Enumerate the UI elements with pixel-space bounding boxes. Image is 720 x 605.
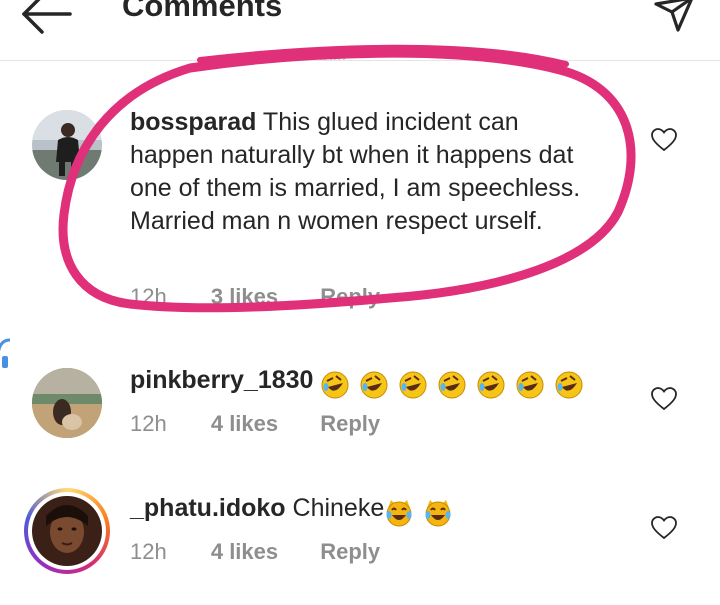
comment-username[interactable]: bossparad xyxy=(130,108,256,136)
avatar-story-ring[interactable] xyxy=(24,488,110,574)
comment-meta: 12h 3 likes Reply xyxy=(130,284,416,310)
avatar xyxy=(32,496,102,566)
heart-outline-icon[interactable] xyxy=(651,516,677,540)
avatar[interactable] xyxy=(32,368,102,438)
comment-meta: 12h 4 likes Reply xyxy=(130,411,416,437)
avatar[interactable] xyxy=(32,110,102,180)
comment-body: bossparad This glued incident can happen… xyxy=(130,106,600,238)
back-arrow-icon[interactable] xyxy=(18,0,78,34)
headphones-icon[interactable] xyxy=(0,336,18,370)
rofl-emoji xyxy=(477,371,505,399)
heart-outline-icon[interactable] xyxy=(651,128,677,152)
emoji-row xyxy=(320,368,586,401)
reply-button[interactable]: Reply xyxy=(320,284,380,310)
laughing-cat-emoji xyxy=(386,500,412,527)
reply-button[interactable]: Reply xyxy=(320,411,380,437)
comment-time: 12h xyxy=(130,539,167,564)
page-title: Comments xyxy=(122,0,283,23)
comment-likes[interactable]: 3 likes xyxy=(211,284,278,310)
comment-likes[interactable]: 4 likes xyxy=(211,539,278,565)
comment-time: 12h xyxy=(130,411,167,436)
reply-button[interactable]: Reply xyxy=(320,539,380,565)
comment-text: Chineke xyxy=(285,494,385,522)
rofl-emoji xyxy=(555,371,583,399)
paper-plane-icon[interactable] xyxy=(652,0,696,32)
comment-username[interactable]: _phatu.idoko xyxy=(130,494,286,522)
rofl-emoji xyxy=(321,371,349,399)
comment-time: 12h xyxy=(130,284,167,309)
previous-reply-fragment: Reply xyxy=(300,50,347,60)
comment-body: _phatu.idoko Chineke xyxy=(130,492,600,529)
comment-likes[interactable]: 4 likes xyxy=(211,411,278,437)
rofl-emoji xyxy=(516,371,544,399)
emoji-row xyxy=(384,496,455,529)
heart-outline-icon[interactable] xyxy=(651,387,677,411)
rofl-emoji xyxy=(360,371,388,399)
rofl-emoji xyxy=(438,371,466,399)
comment-body: pinkberry_1830 xyxy=(130,364,600,401)
header-bar: Comments xyxy=(0,0,720,61)
rofl-emoji xyxy=(399,371,427,399)
laughing-cat-emoji xyxy=(425,500,451,527)
comment-username[interactable]: pinkberry_1830 xyxy=(130,366,313,394)
comment-meta: 12h 4 likes Reply xyxy=(130,539,416,565)
